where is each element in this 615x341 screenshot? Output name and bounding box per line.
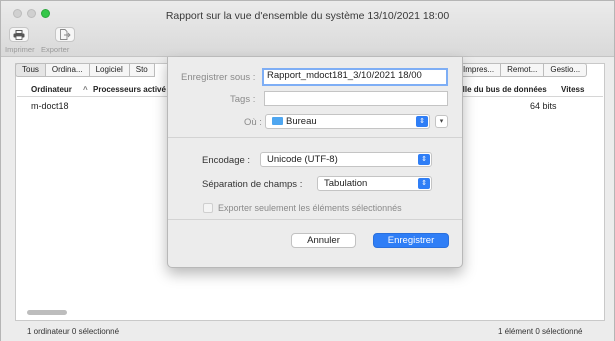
export-label: Exporter bbox=[41, 45, 70, 54]
status-left: 1 ordinateur 0 sélectionné bbox=[27, 327, 120, 336]
location-value: Bureau bbox=[286, 116, 317, 127]
encoding-popup[interactable]: Unicode (UTF-8) ⇕ bbox=[260, 152, 432, 167]
separator-popup[interactable]: Tabulation ⇕ bbox=[317, 176, 432, 191]
save-as-input[interactable]: Rapport_mdoct181_3/10/2021 18/00 bbox=[262, 68, 448, 86]
export-icon bbox=[60, 29, 71, 40]
tags-label: Tags : bbox=[230, 94, 256, 105]
chevron-updown-icon: ⇕ bbox=[416, 116, 428, 127]
column-header-ordinateur[interactable]: Ordinateur bbox=[31, 85, 72, 94]
cancel-button[interactable]: Annuler bbox=[291, 233, 356, 248]
title-bar: Rapport sur la vue d'ensemble du système… bbox=[1, 1, 614, 57]
separator-label: Séparation de champs : bbox=[202, 179, 303, 190]
tab-ordinateurs[interactable]: Ordina... bbox=[45, 63, 90, 77]
print-button[interactable] bbox=[9, 27, 29, 42]
export-selected-checkbox[interactable] bbox=[203, 203, 213, 213]
tab-logiciel[interactable]: Logiciel bbox=[89, 63, 130, 77]
column-header-processeurs[interactable]: Processeurs activé bbox=[93, 85, 166, 94]
status-bar: 1 ordinateur 0 sélectionné 1 élément 0 s… bbox=[1, 321, 614, 341]
row-computer-name[interactable]: m-doct18 bbox=[31, 101, 69, 111]
system-report-window: Rapport sur la vue d'ensemble du système… bbox=[0, 0, 615, 341]
chevron-updown-icon: ⇕ bbox=[418, 154, 430, 165]
where-label: Où : bbox=[244, 117, 262, 128]
separator-value: Tabulation bbox=[324, 178, 368, 189]
horizontal-scrollbar[interactable] bbox=[27, 310, 67, 315]
encoding-label: Encodage : bbox=[202, 155, 251, 166]
row-bus-width: 64 bits bbox=[530, 101, 557, 111]
divider bbox=[168, 219, 462, 220]
chevron-down-icon: ▾ bbox=[439, 118, 444, 125]
tab-gestion[interactable]: Gestio... bbox=[544, 63, 588, 77]
save-as-label: Enregistrer sous : bbox=[181, 72, 256, 83]
printer-icon bbox=[13, 29, 25, 40]
folder-icon bbox=[272, 117, 283, 125]
encoding-value: Unicode (UTF-8) bbox=[267, 154, 338, 165]
status-right: 1 élément 0 sélectionné bbox=[498, 327, 583, 336]
export-button[interactable] bbox=[55, 27, 75, 42]
expand-browser-button[interactable]: ▾ bbox=[435, 115, 448, 128]
tab-remote[interactable]: Remot... bbox=[501, 63, 545, 77]
chevron-updown-icon: ⇕ bbox=[418, 178, 430, 189]
save-dialog: Enregistrer sous : Rapport_mdoct181_3/10… bbox=[167, 57, 463, 268]
tab-tous[interactable]: Tous bbox=[15, 63, 46, 77]
save-button[interactable]: Enregistrer bbox=[373, 233, 449, 248]
sort-indicator-icon: ^ bbox=[83, 85, 88, 94]
divider bbox=[168, 137, 462, 138]
category-tabs-right: Impres... Remot... Gestio... bbox=[456, 63, 588, 77]
column-header-bus[interactable]: aille du bus de données bbox=[456, 85, 547, 94]
location-popup[interactable]: Bureau ⇕ bbox=[265, 114, 430, 129]
column-header-vitesse[interactable]: Vitess bbox=[561, 85, 584, 94]
window-title: Rapport sur la vue d'ensemble du système… bbox=[165, 10, 450, 22]
print-label: Imprimer bbox=[5, 45, 35, 54]
category-tabs: Tous Ordina... Logiciel Sto bbox=[15, 63, 155, 77]
export-selected-label: Exporter seulement les éléments sélectio… bbox=[218, 203, 402, 213]
tab-stockage[interactable]: Sto bbox=[129, 63, 155, 77]
tags-input[interactable] bbox=[264, 91, 448, 106]
